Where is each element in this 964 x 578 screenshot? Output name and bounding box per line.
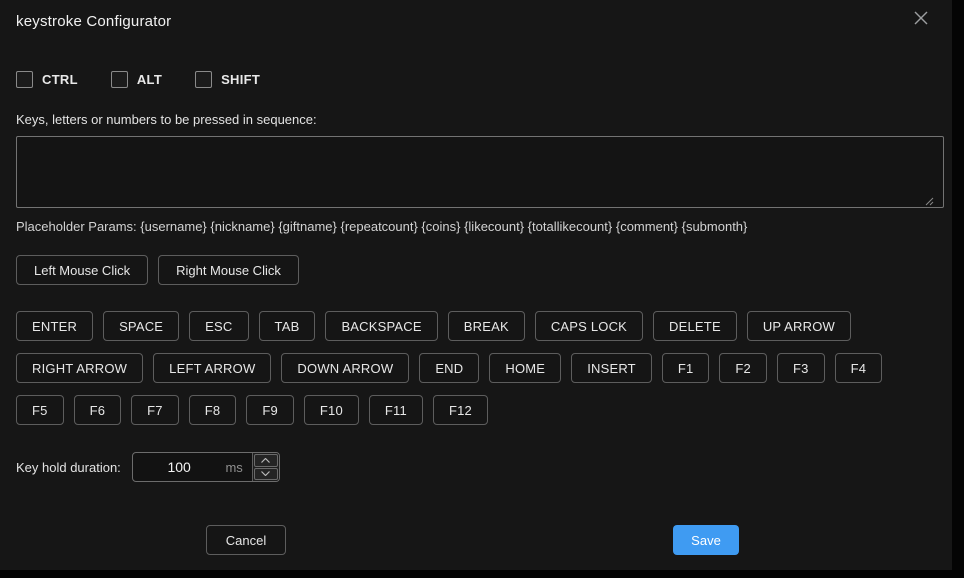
alt-checkbox-row[interactable]: ALT — [111, 71, 162, 88]
ctrl-checkbox-row[interactable]: CTRL — [16, 71, 78, 88]
key-button-delete[interactable]: DELETE — [653, 311, 737, 341]
duration-spinner — [252, 453, 279, 481]
shift-checkbox-label: SHIFT — [221, 72, 260, 87]
key-button-f6[interactable]: F6 — [74, 395, 122, 425]
cancel-button[interactable]: Cancel — [206, 525, 286, 555]
key-button-up-arrow[interactable]: UP ARROW — [747, 311, 851, 341]
duration-value[interactable]: 100 — [133, 453, 226, 481]
dialog-title: keystroke Configurator — [16, 13, 171, 30]
ctrl-checkbox-label: CTRL — [42, 72, 78, 87]
spinner-increment-button[interactable] — [254, 454, 278, 467]
sequence-label: Keys, letters or numbers to be pressed i… — [16, 112, 936, 127]
save-button[interactable]: Save — [673, 525, 739, 555]
key-button-f11[interactable]: F11 — [369, 395, 423, 425]
key-button-caps-lock[interactable]: CAPS LOCK — [535, 311, 643, 341]
key-button-tab[interactable]: TAB — [259, 311, 316, 341]
key-button-f3[interactable]: F3 — [777, 353, 825, 383]
chevron-up-icon — [261, 458, 270, 463]
key-button-f7[interactable]: F7 — [131, 395, 179, 425]
key-button-esc[interactable]: ESC — [189, 311, 248, 341]
key-button-f8[interactable]: F8 — [189, 395, 237, 425]
alt-checkbox[interactable] — [111, 71, 128, 88]
dialog-header: keystroke Configurator — [16, 0, 936, 34]
key-hold-duration-row: Key hold duration: 100 ms — [16, 452, 936, 482]
close-button[interactable] — [908, 5, 934, 31]
key-row-1: ENTER SPACE ESC TAB BACKSPACE BREAK CAPS… — [16, 311, 936, 341]
key-button-f9[interactable]: F9 — [246, 395, 294, 425]
key-row-2: RIGHT ARROW LEFT ARROW DOWN ARROW END HO… — [16, 353, 936, 383]
mouse-click-buttons: Left Mouse Click Right Mouse Click — [16, 255, 936, 285]
modifier-checkboxes: CTRL ALT SHIFT — [16, 71, 936, 88]
key-row-3: F5 F6 F7 F8 F9 F10 F11 F12 — [16, 395, 936, 425]
ctrl-checkbox[interactable] — [16, 71, 33, 88]
key-button-break[interactable]: BREAK — [448, 311, 525, 341]
key-button-f4[interactable]: F4 — [835, 353, 883, 383]
key-button-right-arrow[interactable]: RIGHT ARROW — [16, 353, 143, 383]
key-button-home[interactable]: HOME — [489, 353, 561, 383]
key-button-end[interactable]: END — [419, 353, 479, 383]
duration-input[interactable]: 100 ms — [132, 452, 280, 482]
shift-checkbox-row[interactable]: SHIFT — [195, 71, 260, 88]
sequence-textarea[interactable] — [16, 136, 944, 208]
key-button-backspace[interactable]: BACKSPACE — [325, 311, 437, 341]
footer-right-column: Save — [476, 525, 936, 555]
key-button-enter[interactable]: ENTER — [16, 311, 93, 341]
x-close-icon — [912, 9, 930, 27]
right-mouse-click-button[interactable]: Right Mouse Click — [158, 255, 299, 285]
alt-checkbox-label: ALT — [137, 72, 162, 87]
key-button-f1[interactable]: F1 — [662, 353, 710, 383]
footer-left-column: Cancel — [16, 525, 476, 555]
key-button-f12[interactable]: F12 — [433, 395, 488, 425]
key-buttons-grid: ENTER SPACE ESC TAB BACKSPACE BREAK CAPS… — [16, 311, 936, 425]
dialog-footer: Cancel Save — [16, 525, 936, 555]
left-mouse-click-button[interactable]: Left Mouse Click — [16, 255, 148, 285]
key-button-f10[interactable]: F10 — [304, 395, 359, 425]
duration-label: Key hold duration: — [16, 460, 121, 475]
key-button-f2[interactable]: F2 — [719, 353, 767, 383]
key-button-down-arrow[interactable]: DOWN ARROW — [281, 353, 409, 383]
key-button-left-arrow[interactable]: LEFT ARROW — [153, 353, 271, 383]
shift-checkbox[interactable] — [195, 71, 212, 88]
key-button-f5[interactable]: F5 — [16, 395, 64, 425]
key-button-space[interactable]: SPACE — [103, 311, 179, 341]
spinner-decrement-button[interactable] — [254, 468, 278, 481]
placeholder-params-text: Placeholder Params: {username} {nickname… — [16, 219, 936, 234]
chevron-down-icon — [261, 471, 270, 476]
keystroke-configurator-dialog: keystroke Configurator CTRL ALT SHIFT Ke… — [0, 0, 952, 570]
sequence-field-wrap — [16, 136, 936, 208]
key-button-insert[interactable]: INSERT — [571, 353, 652, 383]
duration-unit: ms — [225, 453, 251, 481]
